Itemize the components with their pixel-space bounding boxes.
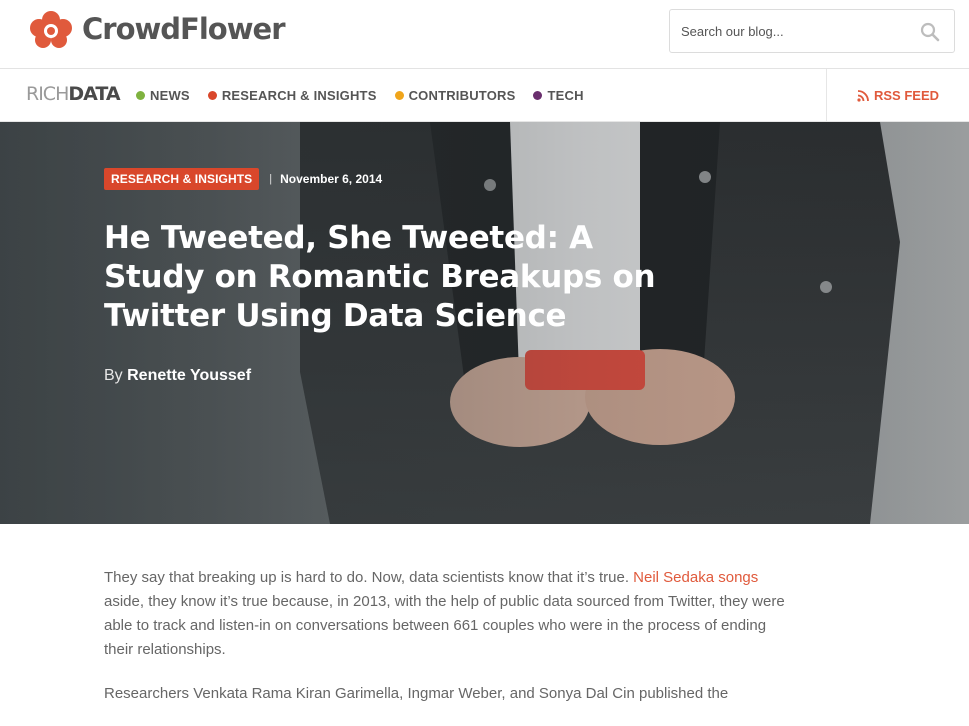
- green-dot-icon: [136, 91, 145, 100]
- top-header: CrowdFlower: [0, 0, 969, 69]
- byline-prefix: By: [104, 367, 123, 384]
- nav-item-label: TECH: [547, 88, 584, 103]
- yellow-dot-icon: [394, 91, 404, 100]
- nav-item-news[interactable]: NEWS: [136, 88, 190, 103]
- purple-dot-icon: [533, 91, 543, 100]
- richdata-brand[interactable]: RICHDATA: [26, 83, 121, 105]
- category-nav: RICHDATA NEWS RESEARCH & INSIGHTS CONTRI…: [0, 69, 969, 122]
- nav-item-label: NEWS: [150, 88, 190, 103]
- nav-item-contributors[interactable]: CONTRIBUTORS: [394, 88, 516, 103]
- search-icon[interactable]: [920, 22, 940, 42]
- brand-data: DATA: [68, 83, 120, 105]
- nav-item-tech[interactable]: TECH: [533, 88, 583, 103]
- author-link[interactable]: Renette Youssef: [127, 367, 251, 384]
- hero-banner: RESEARCH & INSIGHTS | November 6, 2014 H…: [0, 122, 969, 524]
- paragraph-2: Researchers Venkata Rama Kiran Garimella…: [104, 685, 729, 702]
- red-dot-icon: [207, 91, 217, 100]
- logo-text: CrowdFlower: [82, 12, 285, 46]
- rss-icon: [857, 89, 869, 102]
- category-badge[interactable]: RESEARCH & INSIGHTS: [104, 168, 260, 190]
- byline: By Renette Youssef: [104, 367, 251, 385]
- meta-separator: |: [269, 173, 273, 185]
- search-input[interactable]: [670, 10, 910, 52]
- neil-sedaka-link[interactable]: Neil Sedaka songs: [633, 569, 758, 586]
- rss-feed-link[interactable]: RSS FEED: [826, 69, 969, 122]
- article-body: They say that breaking up is hard to do.…: [104, 566, 794, 726]
- rss-feed-label: RSS FEED: [873, 88, 939, 103]
- nav-items: NEWS RESEARCH & INSIGHTS CONTRIBUTORS TE…: [136, 69, 602, 122]
- nav-item-label: CONTRIBUTORS: [408, 88, 516, 103]
- search-box: [669, 9, 955, 53]
- paragraph-1: They say that breaking up is hard to do.…: [104, 566, 794, 662]
- post-date: November 6, 2014: [280, 172, 383, 186]
- post-title: He Tweeted, She Tweeted: A Study on Roma…: [104, 220, 656, 334]
- nav-item-label: RESEARCH & INSIGHTS: [221, 88, 377, 103]
- crowdflower-logo[interactable]: CrowdFlower: [26, 9, 285, 49]
- flower-logo-icon: [30, 11, 72, 48]
- brand-rich: RICH: [26, 83, 69, 105]
- nav-item-research-insights[interactable]: RESEARCH & INSIGHTS: [207, 88, 377, 103]
- p1-text-before: They say that breaking up is hard to do.…: [104, 569, 634, 586]
- post-meta: RESEARCH & INSIGHTS | November 6, 2014: [104, 168, 382, 190]
- p1-text-after: aside, they know it’s true because, in 2…: [104, 593, 785, 658]
